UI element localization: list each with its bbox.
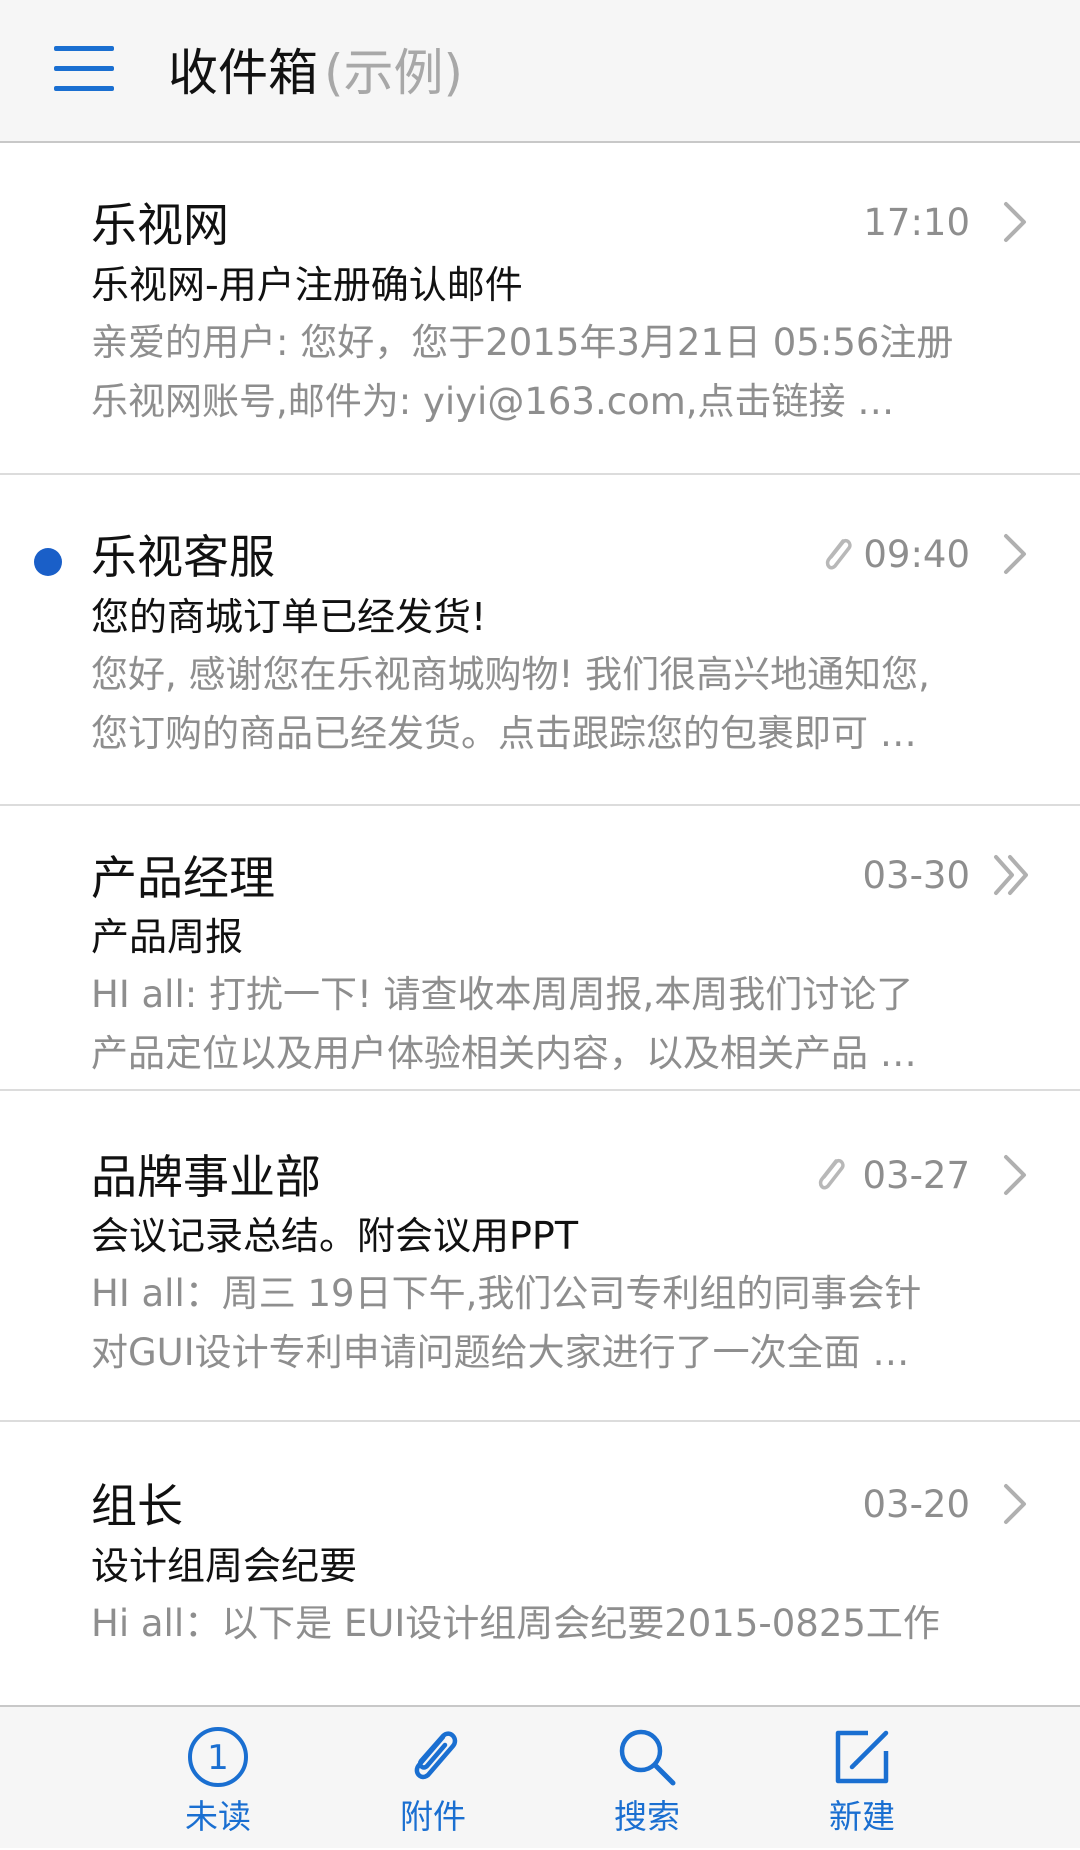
mail-sender: 产品经理	[91, 851, 275, 905]
mail-preview: 您好, 感谢您在乐视商城购物! 我们很高兴地通知您, 您订购的商品已经发货。点击…	[91, 645, 1031, 763]
tab-unread[interactable]: 1 未读	[118, 1707, 318, 1850]
mail-sender: 乐视客服	[91, 530, 275, 584]
mail-preview-line: 您好, 感谢您在乐视商城购物! 我们很高兴地通知您,	[91, 653, 930, 696]
tab-compose[interactable]: 新建	[762, 1707, 962, 1850]
mail-time: 09:40	[863, 533, 970, 576]
paperclip-icon	[414, 1731, 458, 1780]
mail-time: 03-20	[862, 1483, 970, 1526]
mail-time: 03-30	[862, 854, 970, 897]
mail-subject: 乐视网-用户注册确认邮件	[91, 263, 523, 307]
mail-preview-line: 亲爱的用户: 您好，您于2015年3月21日 05:56注册	[91, 321, 954, 364]
mail-sender: 乐视网	[91, 198, 229, 252]
mail-item[interactable]: 品牌事业部 03-27 会议记录总结。附会议用PPT HI all：周三 19日…	[0, 1091, 1080, 1422]
mail-subject: 会议记录总结。附会议用PPT	[91, 1214, 579, 1258]
tab-search[interactable]: 搜索	[547, 1707, 747, 1850]
mail-item[interactable]: 产品经理 03-30 产品周报 HI all: 打扰一下! 请查收本周周报,本周…	[0, 806, 1080, 1091]
page-title-text: 收件箱	[168, 44, 318, 102]
mail-preview-line: Hi all：以下是 EUI设计组周会纪要2015-0825工作	[91, 1602, 940, 1645]
mail-item[interactable]: 乐视客服 09:40 您的商城订单已经发货! 您好, 感谢您在乐视商城购物! 我…	[0, 475, 1080, 806]
unread-dot-icon	[34, 548, 62, 576]
mail-preview-line: HI all：周三 19日下午,我们公司专利组的同事会针	[91, 1272, 922, 1315]
top-bar: 收件箱 (示例)	[0, 0, 1080, 143]
unread-count-badge: 1	[207, 1738, 229, 1778]
mail-preview-line: 乐视网账号,邮件为: yiyi@163.com,点击链接 …	[91, 380, 895, 423]
mail-subject: 设计组周会纪要	[91, 1544, 358, 1588]
mail-preview-line: 您订购的商品已经发货。点击跟踪您的包裹即可 …	[91, 712, 917, 755]
menu-icon[interactable]	[54, 46, 114, 96]
chevron-right-icon	[1004, 202, 1026, 242]
bottom-tab-bar: 1 未读 附件 搜索 新建	[0, 1705, 1080, 1848]
mail-preview-line: 产品定位以及用户体验相关内容，以及相关产品 …	[91, 1032, 917, 1075]
mail-sender: 品牌事业部	[91, 1150, 321, 1204]
mail-subject: 您的商城订单已经发货!	[91, 595, 487, 639]
mail-sender: 组长	[91, 1479, 183, 1533]
tab-label: 附件	[400, 1797, 466, 1836]
search-icon	[619, 1729, 676, 1786]
double-chevron-right-icon	[994, 855, 1028, 895]
tab-label: 搜索	[614, 1797, 680, 1836]
compose-icon	[835, 1730, 889, 1784]
attachment-icon	[825, 538, 852, 570]
page-title: 收件箱 (示例)	[168, 38, 463, 108]
chevron-right-icon	[1004, 1484, 1026, 1524]
mail-preview: HI all：周三 19日下午,我们公司专利组的同事会针 对GUI设计专利申请问…	[91, 1264, 1031, 1382]
mail-list: 乐视网 17:10 乐视网-用户注册确认邮件 亲爱的用户: 您好，您于2015年…	[0, 143, 1080, 1705]
mail-preview: HI all: 打扰一下! 请查收本周周报,本周我们讨论了 产品定位以及用户体验…	[91, 965, 1031, 1083]
mail-time: 03-27	[862, 1154, 970, 1197]
mail-time: 17:10	[863, 201, 970, 244]
tab-label: 新建	[829, 1797, 895, 1836]
mail-item[interactable]: 乐视网 17:10 乐视网-用户注册确认邮件 亲爱的用户: 您好，您于2015年…	[0, 143, 1080, 475]
mail-preview: Hi all：以下是 EUI设计组周会纪要2015-0825工作	[91, 1594, 1031, 1653]
mail-item[interactable]: 组长 03-20 设计组周会纪要 Hi all：以下是 EUI设计组周会纪要20…	[0, 1422, 1080, 1705]
mail-preview: 亲爱的用户: 您好，您于2015年3月21日 05:56注册 乐视网账号,邮件为…	[91, 313, 1031, 431]
mail-preview-line: 对GUI设计专利申请问题给大家进行了一次全面 …	[91, 1331, 910, 1374]
tab-label: 未读	[185, 1797, 251, 1836]
mail-preview-line: HI all: 打扰一下! 请查收本周周报,本周我们讨论了	[91, 973, 914, 1016]
mail-subject: 产品周报	[91, 915, 244, 959]
unread-count-icon: 1	[188, 1727, 248, 1787]
tab-attachments[interactable]: 附件	[333, 1707, 533, 1850]
page-subtitle: (示例)	[324, 44, 464, 102]
attachment-icon	[818, 1158, 845, 1190]
chevron-right-icon	[1004, 534, 1026, 574]
chevron-right-icon	[1004, 1155, 1026, 1195]
